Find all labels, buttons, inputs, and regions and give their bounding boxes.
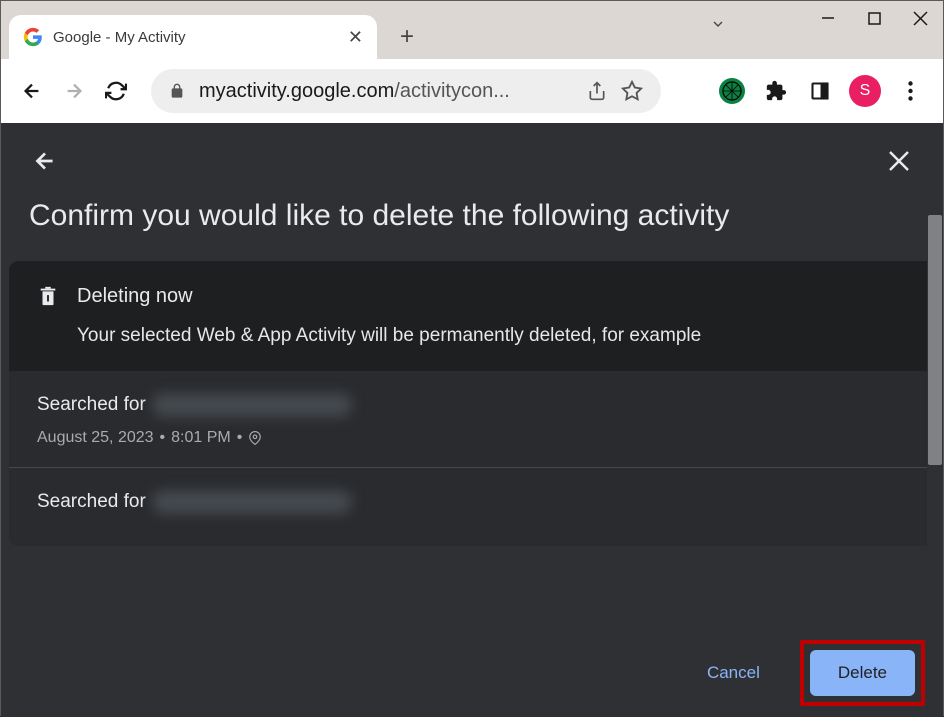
window-controls: [805, 1, 943, 35]
location-pin-icon: [248, 430, 262, 446]
page-content: Confirm you would like to delete the fol…: [1, 123, 943, 717]
activity-prefix: Searched for: [37, 394, 146, 416]
dialog-back-button[interactable]: [25, 141, 65, 181]
forward-button[interactable]: [55, 72, 93, 110]
tab-title: Google - My Activity: [53, 29, 338, 46]
highlight-annotation: Delete: [800, 640, 925, 706]
browser-tab[interactable]: Google - My Activity ✕: [9, 15, 377, 59]
profile-avatar[interactable]: S: [849, 75, 881, 107]
activity-item: Searched for August 25, 2023 • 8:01 PM •: [9, 371, 935, 468]
page-scrollbar[interactable]: [927, 199, 943, 629]
browser-toolbar: myactivity.google.com/activitycon... S: [1, 59, 943, 123]
activity-meta: August 25, 2023 • 8:01 PM •: [37, 429, 907, 447]
share-icon[interactable]: [587, 81, 607, 101]
extension-icon[interactable]: [717, 76, 747, 106]
redacted-content: [152, 490, 352, 514]
url-text: myactivity.google.com/activitycon...: [199, 80, 573, 103]
extensions-puzzle-icon[interactable]: [761, 76, 791, 106]
maximize-button[interactable]: [851, 1, 897, 35]
browser-menu-icon[interactable]: [895, 76, 925, 106]
trash-icon: [37, 283, 59, 309]
activity-prefix: Searched for: [37, 491, 146, 513]
new-tab-button[interactable]: +: [389, 19, 425, 55]
browser-tab-strip: Google - My Activity ✕ +: [1, 1, 943, 59]
cancel-button[interactable]: Cancel: [679, 650, 788, 696]
close-window-button[interactable]: [897, 1, 943, 35]
lock-icon: [169, 82, 185, 100]
card-header: Deleting now Your selected Web & App Act…: [9, 261, 935, 371]
minimize-button[interactable]: [805, 1, 851, 35]
delete-button[interactable]: Delete: [810, 650, 915, 696]
scrollbar-thumb[interactable]: [928, 215, 942, 465]
card-heading: Deleting now: [77, 285, 193, 308]
dialog-close-button[interactable]: [879, 141, 919, 181]
activity-card: Deleting now Your selected Web & App Act…: [9, 261, 935, 546]
side-panel-icon[interactable]: [805, 76, 835, 106]
redacted-content: [152, 393, 352, 417]
back-button[interactable]: [13, 72, 51, 110]
tab-search-caret[interactable]: [695, 7, 741, 41]
activity-item: Searched for: [9, 468, 935, 546]
dialog-header: [1, 123, 943, 199]
card-description: Your selected Web & App Activity will be…: [37, 325, 907, 347]
address-bar[interactable]: myactivity.google.com/activitycon...: [151, 69, 661, 113]
tab-close-icon[interactable]: ✕: [348, 27, 363, 48]
google-favicon-icon: [23, 27, 43, 47]
dialog-footer: Cancel Delete: [1, 629, 943, 717]
bookmark-star-icon[interactable]: [621, 80, 643, 102]
page-title: Confirm you would like to delete the fol…: [1, 199, 943, 261]
reload-button[interactable]: [97, 72, 135, 110]
